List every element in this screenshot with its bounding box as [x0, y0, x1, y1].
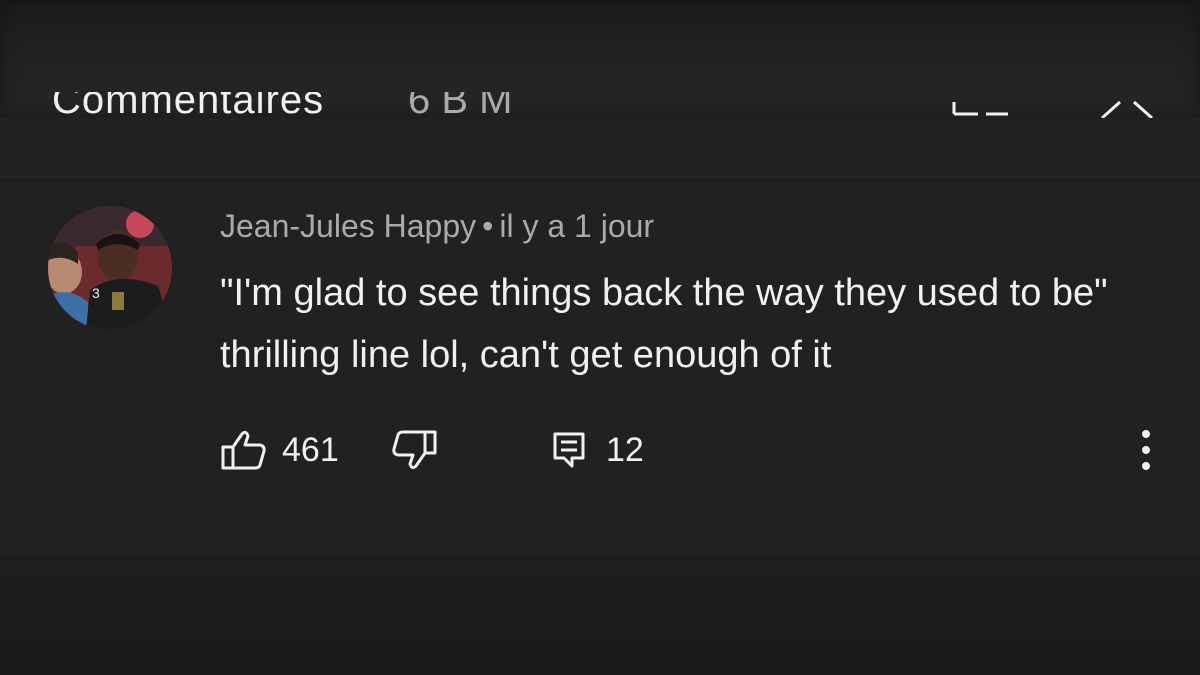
dislike-button[interactable] — [392, 424, 438, 476]
svg-text:3: 3 — [92, 285, 100, 301]
comments-count: 6 B M — [408, 92, 513, 118]
thumbs-down-icon — [392, 430, 437, 470]
sort-icon[interactable] — [950, 98, 1010, 118]
like-button[interactable]: 461 — [220, 424, 339, 476]
comments-title: Commentaires — [52, 92, 325, 118]
close-icon[interactable] — [1094, 94, 1158, 118]
comment-actions: 461 12 — [220, 424, 1180, 476]
comment-meta: Jean-Jules Happy • il y a 1 jour — [220, 208, 654, 245]
comment-time[interactable]: il y a 1 jour — [499, 208, 654, 244]
comments-panel: Commentaires 6 B M 3 Jean-Jules Happy • … — [0, 0, 1200, 675]
author-name[interactable]: Jean-Jules Happy — [220, 208, 476, 244]
avatar[interactable]: 3 — [48, 206, 172, 330]
avatar-image: 3 — [48, 206, 172, 330]
thumbs-up-icon — [221, 430, 266, 470]
like-count: 461 — [282, 430, 339, 469]
reply-icon — [553, 432, 585, 468]
comments-header: Commentaires 6 B M — [0, 92, 1200, 118]
bottom-blur-backdrop — [0, 556, 1200, 675]
header-divider — [0, 176, 1200, 178]
meta-separator: • — [482, 208, 494, 244]
reply-button[interactable]: 12 — [552, 424, 644, 476]
reply-count: 12 — [606, 430, 644, 469]
comment-text: "I'm glad to see things back the way the… — [220, 272, 1108, 376]
more-vertical-icon[interactable] — [1126, 426, 1166, 474]
